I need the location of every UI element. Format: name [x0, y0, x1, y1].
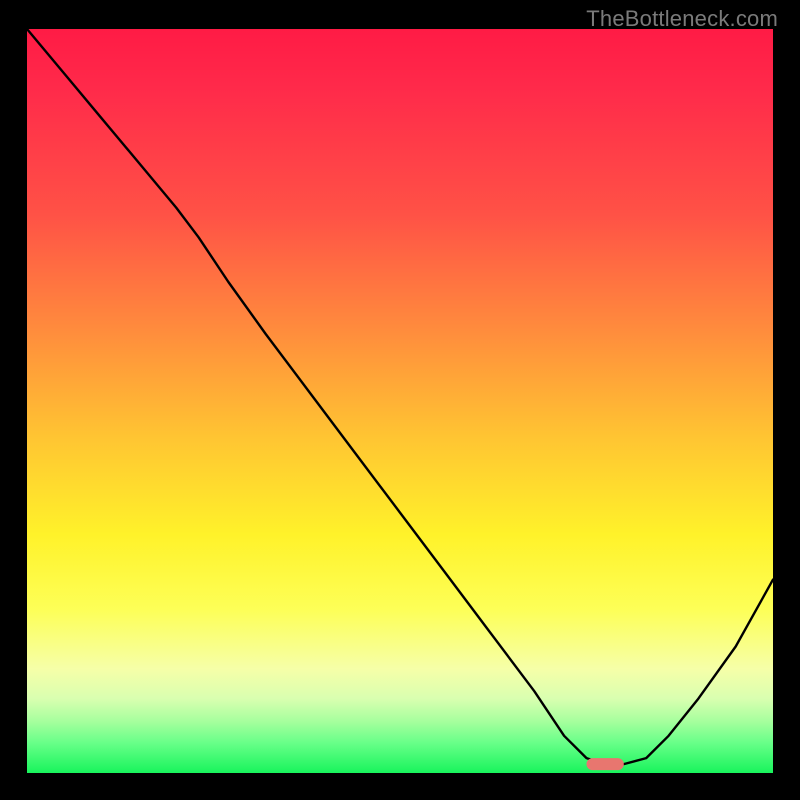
bottleneck-curve	[27, 29, 773, 766]
chart-overlay	[27, 29, 773, 773]
watermark-text: TheBottleneck.com	[586, 6, 778, 32]
optimal-marker	[587, 758, 624, 770]
chart-frame: TheBottleneck.com	[0, 0, 800, 800]
